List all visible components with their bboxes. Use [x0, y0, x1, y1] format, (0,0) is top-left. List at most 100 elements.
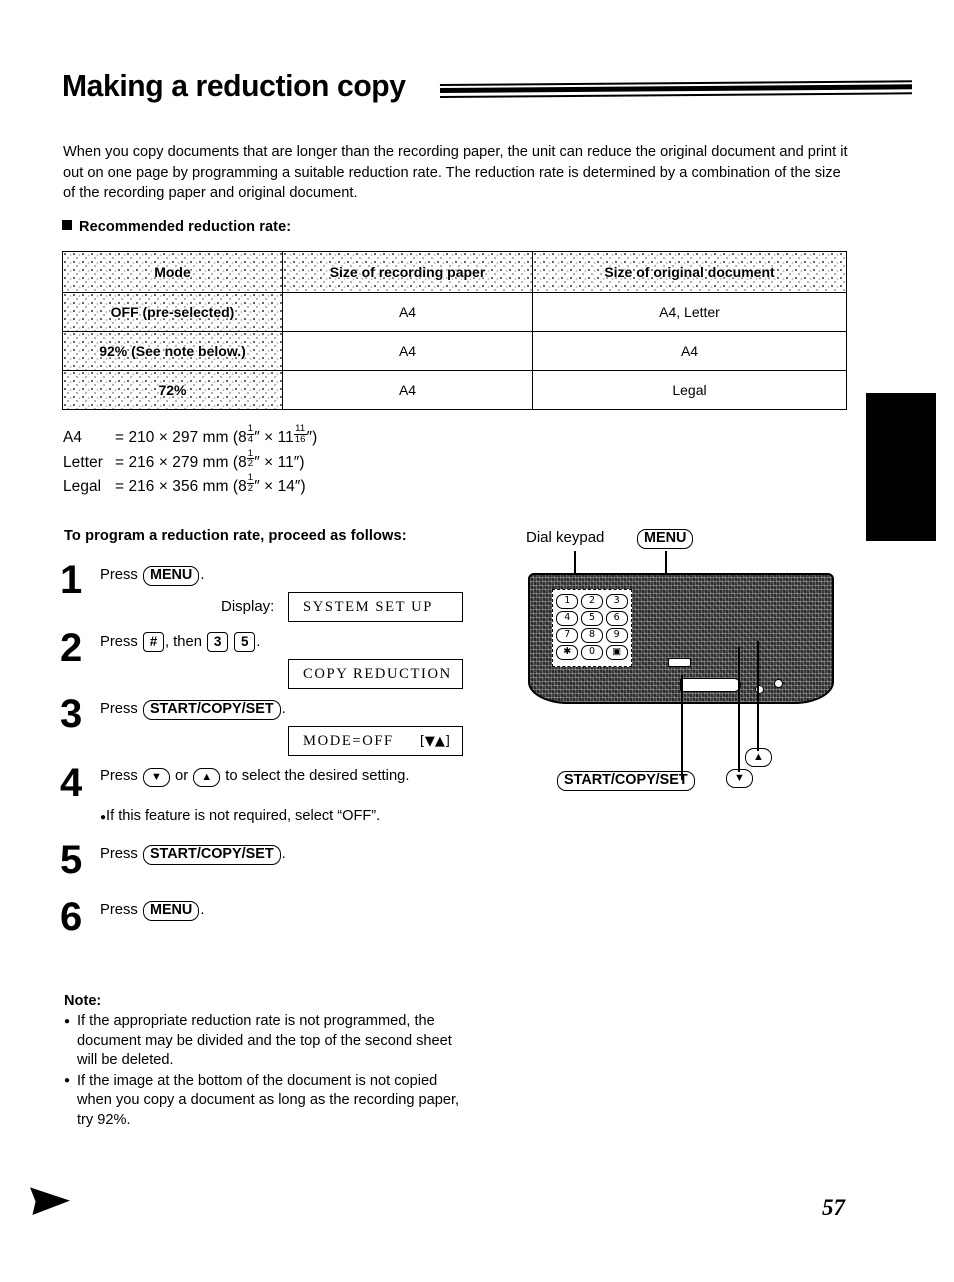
key-start-copy-set[interactable]: START/COPY/SET	[142, 845, 281, 865]
display-text-2: COPY REDUCTION	[303, 665, 452, 682]
cell-mode: OFF (pre-selected)	[62, 292, 283, 332]
section-heading: Recommended reduction rate:	[62, 219, 291, 235]
step-number-4: 4	[60, 761, 83, 805]
step-number-6: 6	[60, 895, 83, 939]
table-header-original-document: Size of original document	[532, 251, 847, 293]
paper-size-row: Legal = 216 × 356 mm (8 1 2 ″ × 14″)	[63, 473, 317, 498]
key-down-arrow[interactable]: ▼	[142, 768, 170, 787]
panel-menu-button[interactable]	[668, 658, 691, 667]
keypad-key-2[interactable]: 2	[580, 594, 603, 609]
display-box-3: MODE=OFF [▼▲]	[288, 726, 463, 756]
key-up-arrow[interactable]: ▲	[193, 768, 221, 787]
note-heading: Note:	[64, 993, 102, 1009]
callout-up-arrow: ▲	[744, 747, 773, 767]
step-text-3: Press START/COPY/SET.	[100, 699, 286, 720]
keypad-key-3[interactable]: 3	[605, 594, 628, 609]
keypad-key-7[interactable]: 7	[556, 628, 579, 643]
note-list: If the appropriate reduction rate is not…	[64, 1012, 464, 1132]
callout-start-copy-set: START/COPY/SET	[556, 771, 696, 791]
leader-line-up	[757, 641, 759, 751]
paper-size-inches: (8 1 2 ″ × 14″)	[232, 472, 306, 496]
key-hash[interactable]: #	[142, 632, 164, 652]
procedure-heading: To program a reduction rate, proceed as …	[64, 528, 407, 544]
paper-size-metric: 216 × 356 mm	[128, 478, 229, 496]
callout-down-arrow: ▼	[725, 768, 754, 788]
paper-size-metric: 210 × 297 mm	[128, 429, 229, 447]
reduction-rate-table: Mode Size of recording paper Size of ori…	[62, 251, 847, 410]
cell-mode: 92% (See note below.)	[62, 331, 283, 371]
keypad-key-hash[interactable]: ▣	[605, 645, 628, 660]
display-arrows-3: [▼▲]	[419, 733, 450, 749]
step-text-1: Press MENU.	[100, 565, 204, 586]
paper-size-row: Letter = 216 × 279 mm (8 1 2 ″ × 11″)	[63, 447, 317, 474]
table-header-row: Mode Size of recording paper Size of ori…	[62, 251, 847, 293]
display-text-3: MODE=OFF	[303, 732, 394, 749]
step-text-5: Press START/COPY/SET.	[100, 844, 286, 865]
scan-artifact	[30, 1187, 70, 1215]
display-text-1: SYSTEM SET UP	[303, 598, 434, 615]
panel-start-copy-set-button[interactable]	[680, 678, 741, 692]
page-title: Making a reduction copy	[62, 68, 406, 103]
cell-original-document: Legal	[532, 370, 847, 410]
title-rule	[439, 80, 913, 100]
key-menu[interactable]: MENU	[142, 901, 200, 921]
paper-size-label: Legal	[63, 478, 102, 496]
table-header-recording-paper: Size of recording paper	[282, 251, 533, 293]
display-box-2: COPY REDUCTION	[288, 659, 463, 689]
table-row: 72% A4 Legal	[62, 370, 847, 410]
dial-keypad[interactable]: 1 2 3 4 5 6 7 8 9 ✱ 0 ▣	[552, 589, 632, 667]
section-heading-label: Recommended reduction rate:	[79, 219, 292, 235]
intro-paragraph: When you copy documents that are longer …	[63, 144, 848, 201]
document-page: Making a reduction copy When you copy do…	[0, 0, 954, 1282]
step-number-2: 2	[60, 626, 83, 670]
page-number: 57	[822, 1195, 845, 1220]
note-item: If the image at the bottom of the docume…	[64, 1071, 464, 1131]
display-box-1: SYSTEM SET UP	[288, 592, 463, 622]
cell-recording-paper: A4	[282, 370, 533, 410]
keypad-key-1[interactable]: 1	[556, 594, 579, 609]
note-item: If the appropriate reduction rate is not…	[64, 1012, 464, 1071]
paper-size-metric: 216 × 279 mm	[128, 453, 229, 471]
keypad-key-9[interactable]: 9	[605, 628, 628, 643]
paper-size-inches: (8 1 4 ″ × 11 11 16 ″)	[232, 423, 318, 447]
key-3[interactable]: 3	[207, 632, 229, 652]
cell-mode: 72%	[62, 370, 283, 410]
panel-up-button[interactable]	[774, 679, 783, 688]
cell-original-document: A4, Letter	[532, 292, 847, 332]
cell-original-document: A4	[532, 331, 847, 371]
step-text-6: Press MENU.	[100, 900, 204, 921]
step-text-2: Press #, then 3 5.	[100, 632, 261, 652]
keypad-key-0[interactable]: 0	[580, 645, 603, 660]
leader-line-start-copy-set	[681, 675, 683, 780]
cell-recording-paper: A4	[282, 292, 533, 332]
leader-line-down	[738, 647, 740, 772]
keypad-key-5[interactable]: 5	[580, 611, 603, 626]
callout-menu: MENU	[636, 529, 694, 549]
cell-recording-paper: A4	[282, 331, 533, 371]
paper-size-label: A4	[63, 429, 83, 447]
keypad-key-4[interactable]: 4	[556, 611, 579, 626]
keypad-key-8[interactable]: 8	[580, 628, 603, 643]
leader-line-dial-keypad	[574, 551, 576, 575]
callout-dial-keypad: Dial keypad	[526, 529, 605, 546]
key-5[interactable]: 5	[234, 632, 256, 652]
paper-size-inches: (8 1 2 ″ × 11″)	[232, 447, 305, 471]
step-number-1: 1	[60, 558, 83, 602]
keypad-key-star[interactable]: ✱	[556, 645, 579, 660]
table-row: 92% (See note below.) A4 A4	[62, 331, 847, 371]
paper-size-label: Letter	[63, 453, 103, 471]
table-header-mode: Mode	[62, 251, 283, 293]
step-text-4: Press ▼ or ▲ to select the desired setti…	[100, 766, 410, 787]
step-number-5: 5	[60, 838, 83, 882]
paper-size-legend: A4 = 210 × 297 mm (8 1 4 ″ × 11 11 16 ″) Letter…	[63, 424, 317, 498]
display-label: Display:	[221, 598, 275, 615]
key-start-copy-set[interactable]: START/COPY/SET	[142, 700, 281, 720]
square-bullet-icon	[62, 220, 72, 230]
paper-size-row: A4 = 210 × 297 mm (8 1 4 ″ × 11 11 16 ″)	[63, 424, 317, 449]
step-4-note: ●If this feature is not required, select…	[100, 808, 381, 824]
key-menu[interactable]: MENU	[142, 566, 200, 586]
page-title-row: Making a reduction copy	[62, 68, 913, 112]
control-panel-illustration: Dial keypad MENU 1 2 3 4 5 6 7 8 9 ✱ 0 ▣…	[510, 525, 854, 815]
thumb-index-tab	[866, 393, 936, 541]
keypad-key-6[interactable]: 6	[605, 611, 628, 626]
